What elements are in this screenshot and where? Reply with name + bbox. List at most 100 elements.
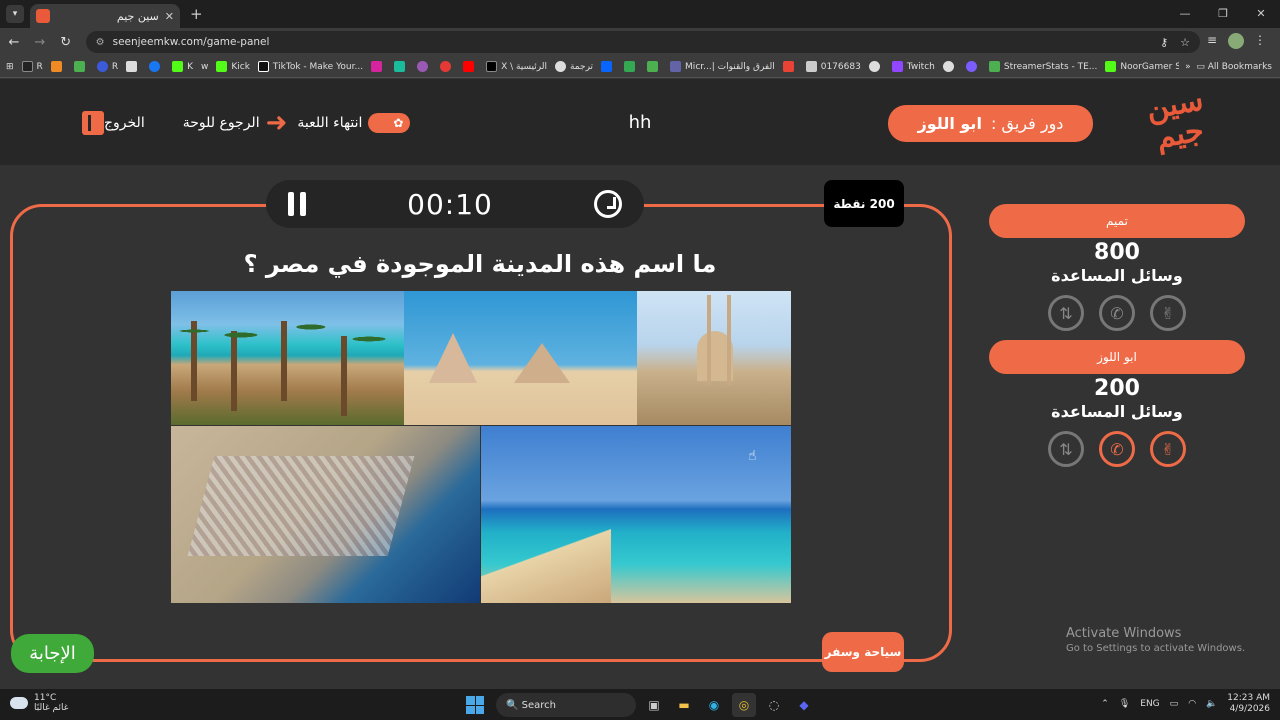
all-bookmarks-button[interactable]: » ▭ All Bookmarks xyxy=(1179,56,1272,77)
bookmark-item[interactable]: R xyxy=(21,61,43,72)
mosque-photo xyxy=(637,291,791,425)
timer-bar: 00:10 xyxy=(266,180,644,228)
header-actions: انتهاء اللعبة ➜ الرجوع للوحة الخروج xyxy=(66,108,411,138)
bookmark-item[interactable]: K xyxy=(172,61,193,72)
bookmark-item[interactable] xyxy=(394,61,409,72)
show-answer-button[interactable]: الإجابة xyxy=(11,634,94,673)
phone-icon[interactable]: ✆ xyxy=(1099,295,1135,331)
reload-icon[interactable]: ↻ xyxy=(54,35,78,50)
system-tray: ⌃ 🎙 ENG ▭ ◠ 🔈 12:23 AM 4/9/2026 xyxy=(1091,693,1270,715)
bookmark-item[interactable]: w xyxy=(201,62,208,72)
language-indicator[interactable]: ENG xyxy=(1140,699,1159,709)
tab-title: سين جيم xyxy=(116,9,159,23)
start-icon[interactable] xyxy=(466,696,484,714)
tab-list-icon[interactable]: ≡ xyxy=(1200,33,1224,52)
bookmark-item[interactable] xyxy=(965,61,981,72)
bookmark-item[interactable] xyxy=(942,61,958,72)
bookmark-item[interactable] xyxy=(417,61,432,72)
swap-icon[interactable]: ⇅ xyxy=(1048,295,1084,331)
address-bar-row: ← → ↻ ⚙ seenjeemkw.com/game-panel ⚷ ☆ ≡ … xyxy=(0,28,1280,56)
volume-icon[interactable]: 🔈 xyxy=(1206,699,1217,709)
exit-button[interactable]: الخروج xyxy=(76,111,173,135)
gmail-icon[interactable] xyxy=(782,61,798,72)
youtube-icon[interactable] xyxy=(463,61,478,72)
display-icon[interactable]: ▭ xyxy=(1170,699,1179,709)
restore-icon[interactable]: ❐ xyxy=(1204,0,1242,28)
close-window-icon[interactable]: ✕ xyxy=(1242,0,1280,28)
two-answers-icon[interactable]: ✌ xyxy=(1150,431,1186,467)
discord-icon[interactable]: ◆ xyxy=(792,693,816,717)
site-info-icon[interactable]: ⚙ xyxy=(96,37,105,48)
back-to-board-label: الرجوع للوحة xyxy=(182,115,260,131)
bookmark-tiktok[interactable]: TikTok - Make Your... xyxy=(257,61,363,72)
bookmark-streamerstats[interactable]: StreamerStats - TE... xyxy=(988,61,1097,72)
bookmark-item[interactable] xyxy=(868,61,884,72)
bookmark-star-icon[interactable]: ☆ xyxy=(1180,36,1190,49)
bookmark-x[interactable]: X \ الرئيسية xyxy=(486,61,547,72)
bookmark-item[interactable] xyxy=(126,61,141,72)
bookmark-item[interactable] xyxy=(624,61,639,72)
bookmark-item[interactable]: 0176683 xyxy=(805,61,861,72)
edge-icon[interactable]: ◉ xyxy=(702,693,726,717)
category-badge: سياحة وسفر xyxy=(822,632,904,672)
bookmark-item[interactable]: R xyxy=(96,61,118,72)
search-label: Search xyxy=(521,699,556,711)
browser-tab[interactable]: سين جيم ✕ xyxy=(30,4,180,28)
menu-icon[interactable]: ⋮ xyxy=(1248,33,1272,52)
bookmark-item[interactable] xyxy=(440,61,455,72)
end-game-button[interactable]: انتهاء اللعبة xyxy=(297,113,411,133)
exit-label: الخروج xyxy=(104,115,145,131)
mouse-cursor-icon: ☝ xyxy=(748,448,757,464)
activate-windows-watermark: Activate Windows Go to Settings to activ… xyxy=(1066,626,1245,654)
tab-search-button[interactable]: ▾ xyxy=(6,5,24,23)
instagram-icon[interactable] xyxy=(371,61,386,72)
bookmarks-bar: ⊞ R R K w Kick TikTok - Make Your... X \… xyxy=(0,56,1280,78)
clock-time: 12:23 AM xyxy=(1227,693,1270,703)
bookmark-kick[interactable]: Kick xyxy=(216,61,250,72)
bookmark-teams[interactable]: Micr...| الفرق والقنوات xyxy=(670,61,775,72)
temperature: 11°C xyxy=(34,693,57,703)
pause-icon[interactable] xyxy=(288,192,306,216)
facebook-icon[interactable] xyxy=(149,61,164,72)
task-view-icon[interactable]: ▣ xyxy=(642,693,666,717)
clock[interactable]: 12:23 AM 4/9/2026 xyxy=(1227,693,1270,715)
phone-icon[interactable]: ✆ xyxy=(1099,431,1135,467)
forward-icon[interactable]: → xyxy=(28,35,52,50)
taskbar-search[interactable]: 🔍 Search xyxy=(496,693,636,717)
end-game-label: انتهاء اللعبة xyxy=(297,115,363,131)
bookmark-item[interactable] xyxy=(50,61,66,72)
reset-timer-icon[interactable] xyxy=(593,190,622,218)
bookmark-translate[interactable]: ترجمة xyxy=(554,61,593,72)
meta-icon[interactable] xyxy=(601,61,616,72)
new-tab-button[interactable]: + xyxy=(190,5,203,23)
cloud-icon xyxy=(10,697,28,709)
bookmark-item[interactable] xyxy=(73,61,89,72)
profile-avatar[interactable] xyxy=(1224,32,1248,52)
back-to-board-button[interactable]: ➜ الرجوع للوحة xyxy=(182,110,288,136)
microphone-icon[interactable]: 🎙 xyxy=(1119,699,1130,709)
password-key-icon[interactable]: ⚷ xyxy=(1160,36,1168,49)
beach-palms-photo xyxy=(171,291,404,425)
two-answers-icon[interactable]: ✌ xyxy=(1150,295,1186,331)
site-logo[interactable]: سين جيم xyxy=(1135,83,1221,162)
apps-grid-icon[interactable]: ⊞ xyxy=(6,62,14,72)
turn-indicator: دور فريق : ابو اللوز xyxy=(888,105,1093,142)
aerial-coast-photo xyxy=(171,426,480,603)
tray-chevron-icon[interactable]: ⌃ xyxy=(1101,699,1109,709)
wifi-icon[interactable]: ◠ xyxy=(1188,699,1196,709)
file-explorer-icon[interactable]: ▬ xyxy=(672,693,696,717)
end-game-toggle-icon[interactable] xyxy=(368,113,411,133)
weather-text: غائم غالبًا xyxy=(34,703,69,713)
app-icon[interactable]: ◌ xyxy=(762,693,786,717)
weather-widget[interactable]: 11°C غائم غالبًا xyxy=(10,693,68,713)
bookmark-twitch[interactable]: Twitch xyxy=(891,61,935,72)
address-bar[interactable]: ⚙ seenjeemkw.com/game-panel ⚷ ☆ xyxy=(85,31,1200,53)
swap-icon[interactable]: ⇅ xyxy=(1048,431,1084,467)
bookmark-item[interactable] xyxy=(647,61,662,72)
minimize-icon[interactable]: — xyxy=(1166,0,1204,28)
chrome-icon[interactable]: ◎ xyxy=(732,693,756,717)
exit-door-icon xyxy=(82,111,104,135)
team-1-aids-label: وسائل المساعدة xyxy=(1051,266,1183,285)
back-icon[interactable]: ← xyxy=(2,35,26,50)
close-tab-icon[interactable]: ✕ xyxy=(165,10,174,23)
